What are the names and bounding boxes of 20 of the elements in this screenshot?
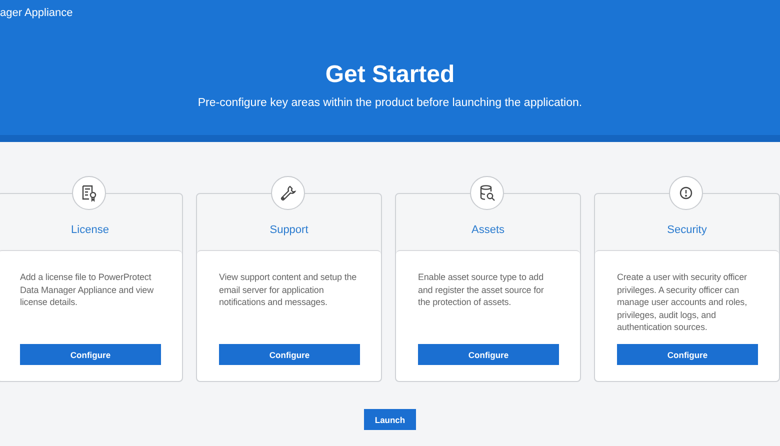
page-subtitle: Pre-configure key areas within the product before launching the application. bbox=[198, 96, 582, 110]
card-title: Support bbox=[270, 224, 308, 236]
configure-button[interactable]: Configure bbox=[219, 344, 360, 365]
certificate-icon bbox=[80, 184, 98, 202]
card-description: Enable asset source type to add and register the asset source for the protection of assets. bbox=[418, 271, 545, 310]
launch-button[interactable]: Launch bbox=[364, 409, 416, 430]
card-title: License bbox=[71, 224, 109, 236]
card-description: Add a license file to PowerProtect Data Manager Appliance and view license details. bbox=[20, 271, 154, 310]
page-title: Get Started bbox=[325, 60, 455, 90]
configure-button[interactable]: Configure bbox=[617, 344, 758, 365]
configure-button[interactable]: Configure bbox=[20, 344, 161, 365]
alert-icon bbox=[679, 186, 693, 200]
card-title: Security bbox=[667, 224, 707, 236]
configure-button[interactable]: Configure bbox=[418, 344, 559, 365]
card-description: View support content and setup the email server for application notifications and messages. bbox=[219, 271, 358, 310]
card-title: Assets bbox=[471, 224, 504, 236]
database-search-icon bbox=[478, 184, 496, 202]
card-description: Create a user with security officer privileges. A security officer can manage user accounts and roles, privileges, audit logs, and authentication sources. bbox=[617, 271, 748, 334]
wrench-icon bbox=[279, 184, 297, 202]
app-name: ager Appliance bbox=[0, 7, 73, 19]
